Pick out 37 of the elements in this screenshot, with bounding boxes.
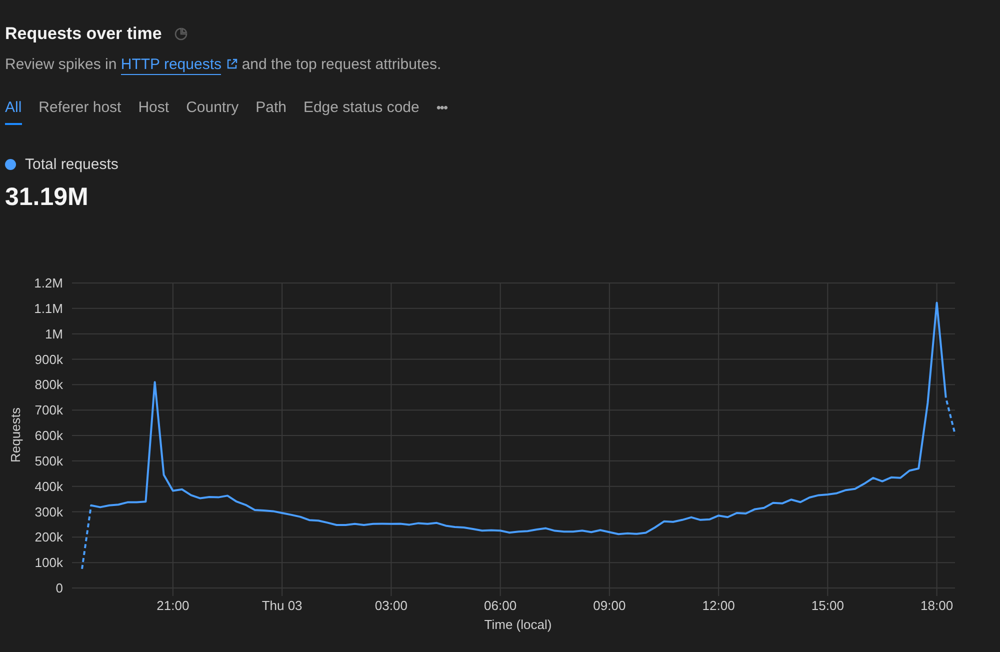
y-axis-label: 900k xyxy=(34,352,63,367)
y-axis-label: 100k xyxy=(34,555,63,570)
filter-tab[interactable]: All xyxy=(5,99,22,125)
total-value: 31.19M xyxy=(5,183,90,212)
x-axis-label: Thu 03 xyxy=(262,598,302,613)
filter-tab[interactable]: Path xyxy=(256,99,286,125)
y-axis-label: 400k xyxy=(34,478,63,494)
x-axis-title: Time (local) xyxy=(484,617,552,632)
y-axis-label: 500k xyxy=(34,453,63,468)
x-axis-label: 03:00 xyxy=(374,598,408,613)
more-button[interactable]: ••• xyxy=(436,99,448,115)
y-axis-label: 1M xyxy=(44,326,63,342)
x-axis-label: 12:00 xyxy=(702,598,735,613)
x-axis-label: 18:00 xyxy=(920,598,954,613)
description-text: Review spikes in HTTP requests and the top request attributes. xyxy=(5,56,442,73)
filter-tab[interactable]: Country xyxy=(186,99,239,125)
x-axis-label: 09:00 xyxy=(593,598,626,613)
y-axis-label: 800k xyxy=(34,377,63,392)
pie-chart-icon xyxy=(174,27,188,41)
x-axis-label: 21:00 xyxy=(156,598,190,613)
filter-tab[interactable]: Referer host xyxy=(38,99,122,125)
y-axis-label: 300k xyxy=(34,504,63,520)
section-title: Requests over time xyxy=(5,24,162,44)
y-axis-label: 200k xyxy=(34,530,63,545)
filter-tab[interactable]: Edge status code xyxy=(303,99,420,125)
y-axis-label: 600k xyxy=(34,428,63,443)
y-axis-label: 700k xyxy=(34,402,63,418)
y-axis-label: 1.1M xyxy=(34,300,63,316)
y-axis-label: 0 xyxy=(56,580,63,596)
external-link-icon[interactable] xyxy=(226,58,238,70)
x-axis-label: 15:00 xyxy=(811,598,844,613)
y-axis-label: 1.2M xyxy=(34,276,63,290)
legend-label: Total requests xyxy=(25,156,118,173)
filter-tab[interactable]: Host xyxy=(138,99,170,125)
x-axis-label: 06:00 xyxy=(484,598,517,613)
y-axis-title: Requests xyxy=(8,408,23,462)
http-requests-link[interactable]: HTTP requests xyxy=(120,56,222,75)
